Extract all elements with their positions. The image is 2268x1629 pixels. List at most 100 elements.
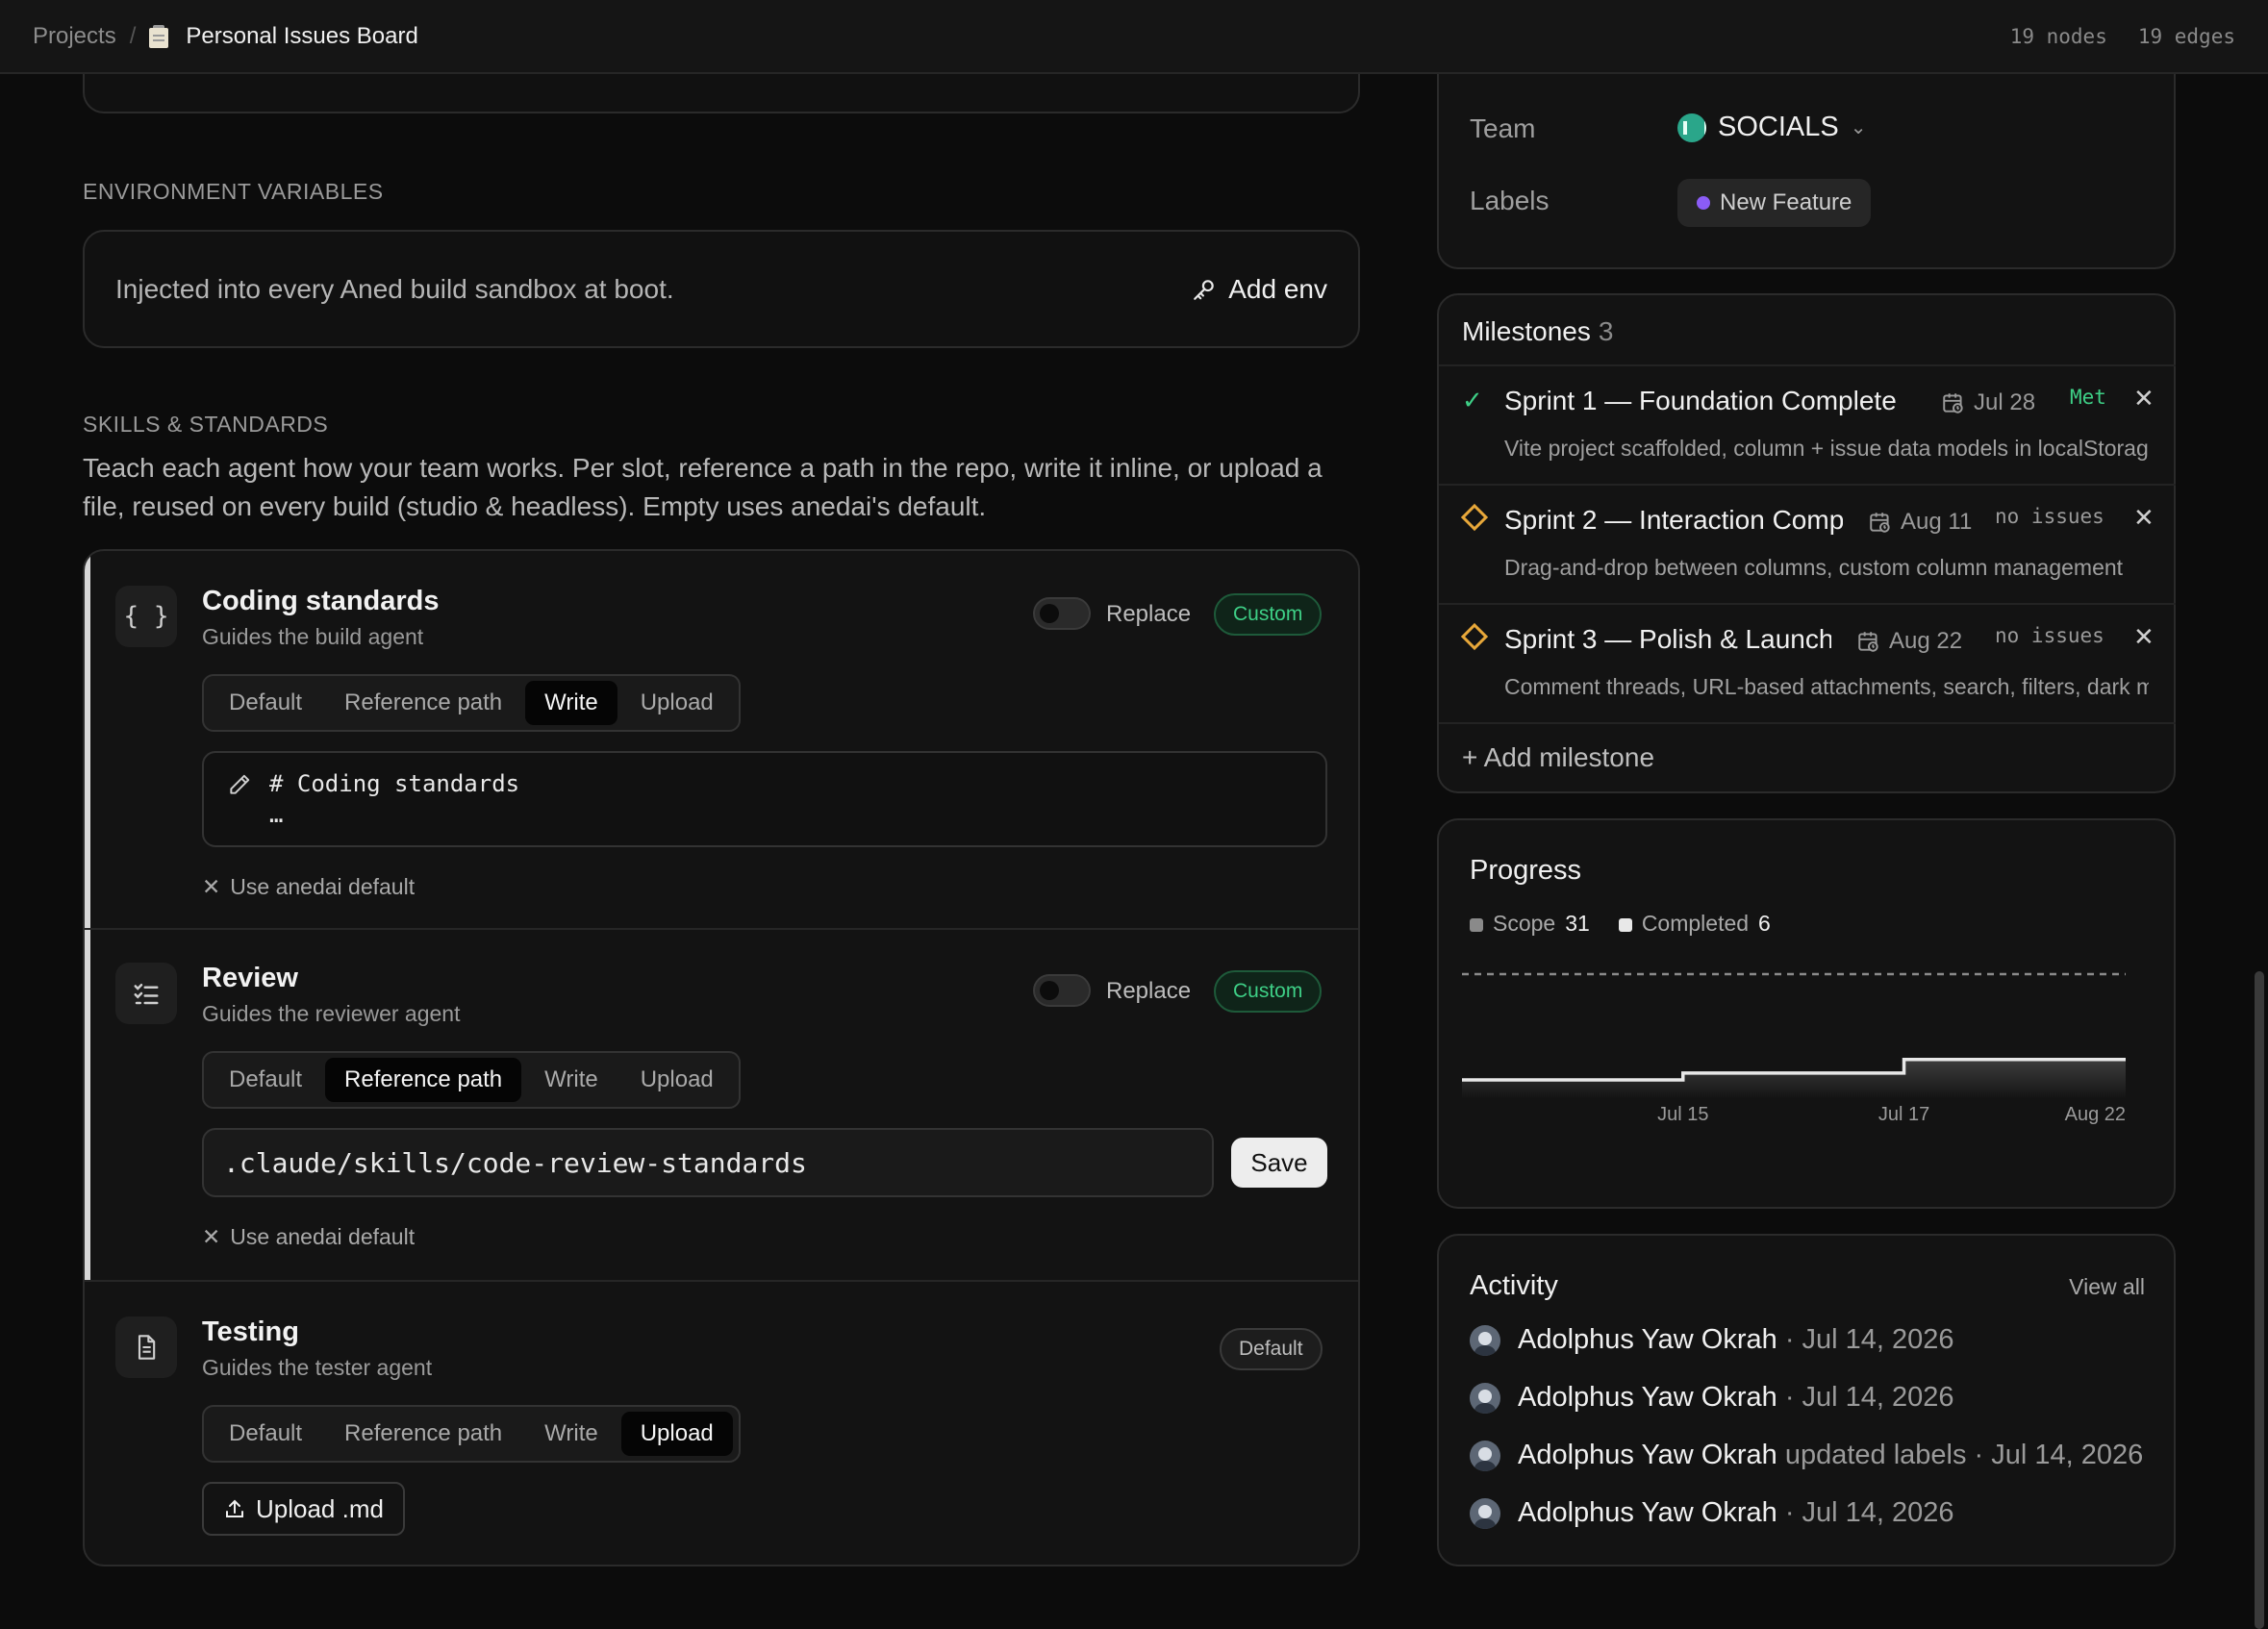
use-default-label: Use anedai default xyxy=(230,1224,416,1249)
status-badge: Default xyxy=(1220,1328,1323,1370)
breadcrumb-projects[interactable]: Projects xyxy=(33,23,116,50)
status-badge: Custom xyxy=(1214,593,1323,636)
progress-title: Progress xyxy=(1470,855,1582,886)
skills-description: Teach each agent how your team works. Pe… xyxy=(83,453,1323,521)
avatar xyxy=(1470,1324,1500,1356)
x-tick-label: Jul 15 xyxy=(1657,1104,1708,1125)
braces-icon: { } xyxy=(115,586,177,647)
tab-upload[interactable]: Upload xyxy=(621,681,733,725)
nodes-count: 19 nodes xyxy=(2009,24,2107,48)
source-tabs: Default Reference path Write Upload xyxy=(202,1051,741,1109)
tab-upload[interactable]: Upload xyxy=(620,1412,733,1456)
label-value: New Feature xyxy=(1720,189,1852,215)
tab-upload[interactable]: Upload xyxy=(621,1058,733,1102)
save-button[interactable]: Save xyxy=(1231,1138,1327,1188)
labels-label: Labels xyxy=(1470,186,1550,215)
activity-user[interactable]: Adolphus Yaw Okrah xyxy=(1518,1497,1777,1529)
activity-user[interactable]: Adolphus Yaw Okrah xyxy=(1518,1382,1777,1414)
tab-reference-path[interactable]: Reference path xyxy=(325,1412,521,1456)
activity-date: · Jul 14, 2026 xyxy=(1974,1440,2144,1470)
team-value: SOCIALS xyxy=(1718,112,1839,142)
graph-stats: 19 nodes 19 edges xyxy=(2010,25,2235,48)
calendar-clock-icon xyxy=(1858,632,1878,652)
tab-reference-path[interactable]: Reference path xyxy=(325,1058,522,1102)
use-default-button[interactable]: ✕ Use anedai default xyxy=(202,874,415,900)
milestone-date-text: Aug 22 xyxy=(1889,628,1963,654)
remove-milestone-icon[interactable]: ✕ xyxy=(2133,384,2155,414)
skills-section-label: SKILLS & STANDARDS xyxy=(83,412,329,437)
tab-write[interactable]: Write xyxy=(525,1412,617,1456)
add-env-label: Add env xyxy=(1228,273,1327,304)
scope-label: Scope xyxy=(1493,911,1556,936)
chevron-down-icon: ⌄ xyxy=(1850,117,1867,138)
tab-default[interactable]: Default xyxy=(210,1058,321,1102)
use-default-button[interactable]: ✕ Use anedai default xyxy=(202,1224,415,1250)
reference-path-input[interactable]: .claude/skills/code-review-standards xyxy=(202,1128,1214,1197)
milestone-title: Sprint 2 — Interaction Complete xyxy=(1504,505,1843,535)
slot-title: Testing xyxy=(202,1316,299,1347)
team-selector[interactable]: SOCIALS ⌄ xyxy=(1677,112,1866,143)
milestone-title: Sprint 1 — Foundation Complete xyxy=(1504,386,1897,415)
check-icon: ✓ xyxy=(1462,386,1483,414)
slot-title: Review xyxy=(202,963,298,993)
editor-line-1: # Coding standards xyxy=(269,770,520,797)
milestone-description: Vite project scaffolded, column + issue … xyxy=(1504,436,2149,461)
activity-date: · Jul 14, 2026 xyxy=(1784,1497,1954,1528)
activity-card: Activity View all Adolphus Yaw Okrah · J… xyxy=(1437,1234,2176,1566)
replace-toggle[interactable] xyxy=(1033,597,1091,630)
replace-label: Replace xyxy=(1106,978,1192,1004)
scope-value: 31 xyxy=(1565,911,1590,936)
milestone-row[interactable]: Sprint 2 — Interaction Complete Aug 11 n… xyxy=(1439,484,2176,603)
activity-user[interactable]: Adolphus Yaw Okrah xyxy=(1518,1324,1777,1356)
calendar-clock-icon xyxy=(1943,393,1963,414)
milestone-date: Jul 28 xyxy=(1941,389,2035,416)
add-milestone-button[interactable]: + Add milestone xyxy=(1462,742,1654,773)
upload-md-button[interactable]: Upload .md xyxy=(202,1482,405,1536)
remove-milestone-icon[interactable]: ✕ xyxy=(2133,622,2155,652)
env-section-label: ENVIRONMENT VARIABLES xyxy=(83,179,384,204)
replace-toggle[interactable] xyxy=(1033,974,1091,1007)
activity-item: Adolphus Yaw Okrah updated labels · Jul … xyxy=(1470,1440,2143,1471)
activity-user[interactable]: Adolphus Yaw Okrah xyxy=(1518,1440,1777,1471)
milestone-title: Sprint 3 — Polish & Launch xyxy=(1504,624,1831,654)
avatar xyxy=(1470,1382,1500,1414)
add-milestone-label: Add milestone xyxy=(1483,742,1655,772)
scrollbar[interactable] xyxy=(2255,971,2264,1629)
breadcrumb-separator: / xyxy=(129,22,137,49)
completed-value: 6 xyxy=(1758,911,1771,936)
calendar-clock-icon xyxy=(1870,513,1890,533)
close-icon: ✕ xyxy=(202,1224,221,1249)
avatar xyxy=(1470,1440,1500,1471)
slot-review: Review Guides the reviewer agent Replace… xyxy=(85,930,1358,1280)
milestone-row[interactable]: Sprint 3 — Polish & Launch Aug 22 no iss… xyxy=(1439,603,2176,722)
tab-write[interactable]: Write xyxy=(525,1058,617,1102)
tab-default[interactable]: Default xyxy=(210,1412,321,1456)
milestone-date-text: Aug 11 xyxy=(1901,509,1973,535)
milestone-row[interactable]: ✓ Sprint 1 — Foundation Complete Jul 28 … xyxy=(1439,364,2176,484)
milestones-header: Milestones 3 xyxy=(1462,316,1613,347)
activity-title: Activity xyxy=(1470,1270,1558,1301)
slot-testing: Testing Guides the tester agent Default … xyxy=(85,1282,1358,1565)
milestone-status: no issues xyxy=(1995,505,2104,528)
top-bar: Projects / Personal Issues Board 19 node… xyxy=(0,0,2268,74)
completed-swatch xyxy=(1618,918,1632,932)
tab-reference-path[interactable]: Reference path xyxy=(325,681,521,725)
plus-icon: + xyxy=(1462,742,1478,772)
tab-write[interactable]: Write xyxy=(525,681,617,725)
remove-milestone-icon[interactable]: ✕ xyxy=(2133,503,2155,533)
standards-editor[interactable]: # Coding standards … xyxy=(202,751,1327,847)
clipboard-icon xyxy=(149,24,169,48)
view-all-link[interactable]: View all xyxy=(2069,1274,2145,1300)
team-logo-icon xyxy=(1677,113,1706,142)
upload-label: Upload .md xyxy=(256,1493,384,1523)
avatar xyxy=(1470,1497,1500,1529)
diamond-icon xyxy=(1460,622,1489,651)
activity-action: updated labels xyxy=(1784,1440,1967,1470)
slot-title: Coding standards xyxy=(202,586,440,616)
tab-default[interactable]: Default xyxy=(210,681,321,725)
label-chip[interactable]: New Feature xyxy=(1677,179,1872,227)
document-icon xyxy=(115,1316,177,1378)
slot-subtitle: Guides the tester agent xyxy=(202,1355,433,1380)
milestones-card: Milestones 3 ✓ Sprint 1 — Foundation Comp… xyxy=(1437,293,2176,793)
add-env-button[interactable]: Add env xyxy=(1192,274,1327,305)
